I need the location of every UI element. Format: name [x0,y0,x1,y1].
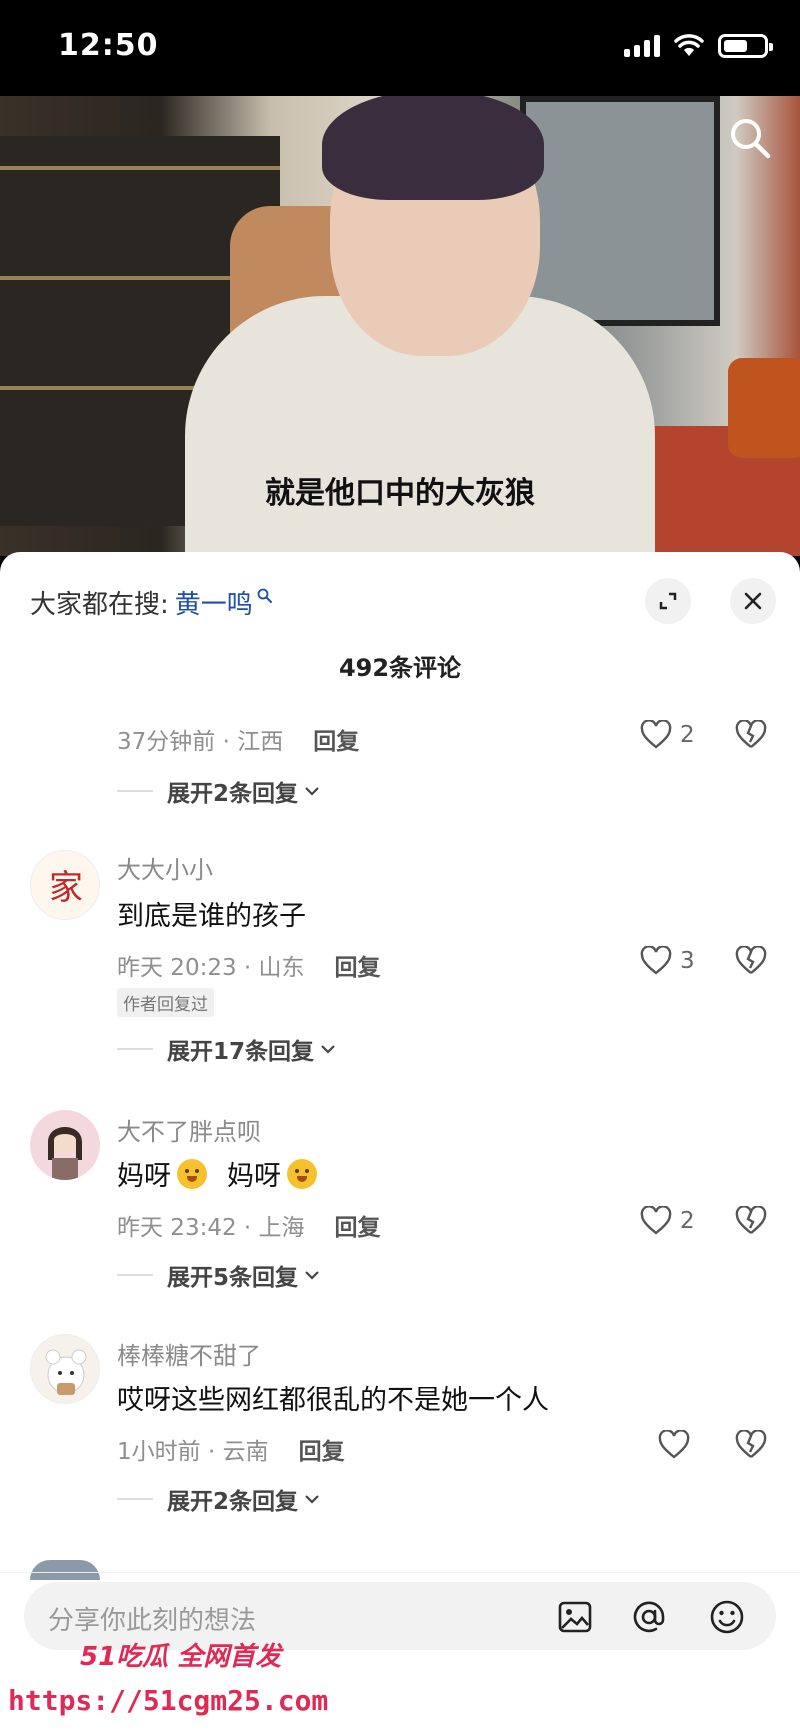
heart-icon [640,720,672,749]
like-button[interactable] [658,1430,698,1460]
like-count: 2 [680,1208,695,1234]
at-icon[interactable] [630,1598,668,1636]
comment-username[interactable]: 大不了胖点呗 [117,1112,261,1147]
watermark: 51吃瓜 全网首发 https://51cgm25.com [0,1636,328,1731]
chevron-down-icon [321,1045,335,1054]
broken-heart-icon[interactable] [735,1206,767,1236]
small-search-icon [257,588,272,603]
cellular-signal-icon [624,35,660,57]
avatar-hair [322,96,544,200]
comment-meta: 昨天 23:42 · 上海 回复 [117,1208,381,1242]
video-player[interactable]: 就是他口中的大灰狼 [0,96,800,556]
comment-sheet: 大家都在搜: 黄一鸣 492条评论 37分钟前 · 江西 回复 2 展开2条回复… [0,552,800,1731]
comment-text: 哎呀这些网红都很乱的不是她一个人 [117,1385,549,1416]
reply-button[interactable]: 回复 [299,1432,345,1466]
close-button[interactable] [730,578,776,624]
avatar-image [48,1126,82,1180]
watermark-title: 51吃瓜 全网首发 [80,1642,282,1672]
comment-text-part: 妈呀 [117,1161,171,1192]
broken-heart-icon[interactable] [735,946,767,976]
avatar[interactable] [30,1110,100,1180]
watermark-url: https://51cgm25.com [8,1684,329,1717]
comment-meta: 昨天 20:23 · 山东 回复 [117,948,381,982]
expand-replies[interactable]: 展开2条回复 [117,1482,320,1516]
comment-time-location: 昨天 20:23 · 山东 [117,955,305,981]
svg-text:家: 家 [49,868,83,908]
comment-text: 到底是谁的孩子 [117,901,306,932]
avatar[interactable] [30,1334,100,1404]
image-icon[interactable] [556,1598,594,1636]
trending-search[interactable]: 大家都在搜: 黄一鸣 [30,584,273,621]
reply-button[interactable]: 回复 [335,948,381,982]
comment-input-placeholder: 分享你此刻的想法 [48,1606,257,1636]
comment-text: 妈呀 妈呀 [117,1154,317,1193]
expand-replies[interactable]: 展开2条回复 [117,774,320,808]
background-box [728,358,800,458]
broken-heart-icon[interactable] [735,720,767,750]
grin-emoji-icon [177,1158,207,1189]
comment-time-location: 昨天 23:42 · 上海 [117,1215,305,1241]
expand-button[interactable] [645,578,691,624]
video-subtitle: 就是他口中的大灰狼 [265,476,535,511]
expand-replies-label: 展开17条回复 [167,1039,315,1065]
expand-replies-label: 展开2条回复 [167,1489,299,1515]
close-icon [744,592,762,610]
heart-icon [658,1430,690,1459]
avatar-image [45,1349,87,1395]
comment-time-location: 37分钟前 · 江西 [117,729,284,755]
expand-replies-label: 展开2条回复 [167,781,299,807]
reply-button[interactable]: 回复 [335,1208,381,1242]
like-button[interactable]: 2 [640,720,695,750]
comment-meta: 1小时前 · 云南 回复 [117,1432,345,1466]
avatar [30,1560,100,1580]
trending-label: 大家都在搜: [30,590,169,620]
like-count: 2 [680,722,695,748]
expand-replies-label: 展开5条回复 [167,1265,299,1291]
comment-time-location: 1小时前 · 云南 [117,1439,269,1465]
heart-icon [640,946,672,975]
chevron-down-icon [305,1495,319,1504]
trending-term[interactable]: 黄一鸣 [175,584,253,621]
status-icons [624,34,773,58]
like-button[interactable]: 3 [640,946,695,976]
avatar[interactable]: 家 [30,850,100,920]
comment-text-part: 妈呀 [227,1161,281,1192]
battery-icon [718,34,773,58]
like-count: 3 [680,948,695,974]
chevron-down-icon [305,787,319,796]
emoji-icon[interactable] [708,1598,746,1636]
comment-meta: 37分钟前 · 江西 回复 [117,722,359,756]
status-time: 12:50 [58,28,159,63]
author-replied-tag: 作者回复过 [117,988,214,1017]
search-icon[interactable] [726,114,774,162]
heart-icon [640,1206,672,1235]
grin-emoji-icon [287,1158,317,1189]
reply-button[interactable]: 回复 [313,722,359,756]
expand-replies[interactable]: 展开5条回复 [117,1258,320,1292]
background-window [520,96,720,326]
input-divider [0,1572,800,1573]
status-bar: 12:50 [0,0,800,96]
broken-heart-icon[interactable] [735,1430,767,1460]
comment-username[interactable]: 棒棒糖不甜了 [117,1336,261,1371]
avatar-image: 家 [49,868,83,908]
expand-icon [659,592,677,610]
like-button[interactable]: 2 [640,1206,695,1236]
expand-replies[interactable]: 展开17条回复 [117,1032,336,1066]
wifi-icon [674,34,704,56]
chevron-down-icon [305,1271,319,1280]
comment-count: 492条评论 [338,654,462,682]
comment-username[interactable]: 大大小小 [117,850,213,885]
